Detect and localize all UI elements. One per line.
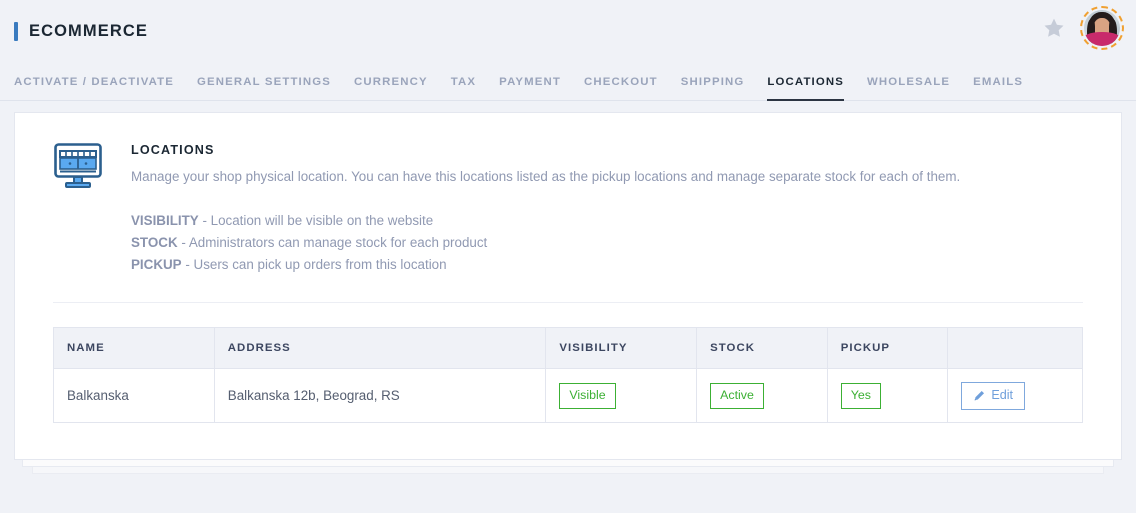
page-title: ECOMMERCE [29,21,148,40]
section-divider [53,302,1083,304]
tab-wholesale[interactable]: WHOLESALE [867,76,950,101]
locations-card: LOCATIONS Manage your shop physical loca… [14,112,1122,460]
tab-currency[interactable]: CURRENCY [354,76,428,101]
avatar[interactable] [1080,6,1124,50]
legend-key-stock: STOCK [131,235,178,251]
tab-locations[interactable]: LOCATIONS [767,76,845,101]
pencil-icon [973,390,985,402]
locations-table: NAME ADDRESS VISIBILITY STOCK PICKUP Bal… [53,327,1083,424]
pickup-badge[interactable]: Yes [840,383,881,409]
edit-button[interactable]: Edit [961,382,1026,410]
app-title-wrap: ECOMMERCE [14,21,148,41]
top-bar-actions [1042,6,1124,50]
column-header-stock: STOCK [696,327,828,370]
column-header-actions [947,327,1083,370]
table-header: NAME ADDRESS VISIBILITY STOCK PICKUP [53,327,1083,370]
column-header-pickup: PICKUP [826,327,949,370]
tab-general-settings[interactable]: GENERAL SETTINGS [197,76,331,101]
table-body: Balkanska Balkanska 12b, Beograd, RS Vis… [53,368,1083,424]
tab-checkout[interactable]: CHECKOUT [584,76,658,101]
cell-name: Balkanska [53,368,215,424]
locations-section-header: LOCATIONS Manage your shop physical loca… [53,139,1083,276]
column-header-address: ADDRESS [213,327,547,370]
content-card-stack: LOCATIONS Manage your shop physical loca… [14,112,1122,474]
section-description: Manage your shop physical location. You … [131,169,961,184]
legend-text-stock: - Administrators can manage stock for ea… [181,235,488,251]
edit-button-label: Edit [991,388,1014,402]
column-header-visibility: VISIBILITY [545,327,698,370]
table-row: Balkanska Balkanska 12b, Beograd, RS Vis… [53,368,1083,424]
table-header-row: NAME ADDRESS VISIBILITY STOCK PICKUP [53,327,1083,370]
legend-text-pickup: - Users can pick up orders from this loc… [185,257,447,273]
cell-actions: Edit [947,368,1083,424]
tab-tax[interactable]: TAX [451,76,476,101]
tab-shipping[interactable]: SHIPPING [681,76,745,101]
legend-item-visibility: VISIBILITY - Location will be visible on… [131,210,960,232]
column-header-name: NAME [53,327,215,370]
cell-stock: Active [696,368,828,424]
legend-item-pickup: PICKUP - Users can pick up orders from t… [131,254,960,276]
cell-pickup: Yes [826,368,949,424]
top-bar: ECOMMERCE [0,0,1136,62]
settings-tab-nav: ACTIVATE / DEACTIVATE GENERAL SETTINGS C… [0,62,1136,101]
tab-emails[interactable]: EMAILS [973,76,1023,101]
cell-visibility: Visible [545,368,698,424]
avatar-image [1084,10,1120,46]
title-accent-bar [14,21,18,41]
tab-payment[interactable]: PAYMENT [499,76,561,101]
stock-badge[interactable]: Active [710,383,764,409]
cell-address: Balkanska 12b, Beograd, RS [213,368,547,424]
section-title: LOCATIONS [131,143,215,157]
shop-storefront-icon [53,139,107,195]
legend-item-stock: STOCK - Administrators can manage stock … [131,232,960,254]
legend-key-pickup: PICKUP [131,257,182,273]
tab-activate-deactivate[interactable]: ACTIVATE / DEACTIVATE [14,76,174,101]
star-icon[interactable] [1042,16,1066,40]
visibility-badge[interactable]: Visible [559,383,616,409]
legend-key-visibility: VISIBILITY [131,213,199,229]
legend-list: VISIBILITY - Location will be visible on… [131,210,960,276]
locations-section-text: LOCATIONS Manage your shop physical loca… [131,139,960,276]
legend-text-visibility: - Location will be visible on the websit… [202,213,434,229]
